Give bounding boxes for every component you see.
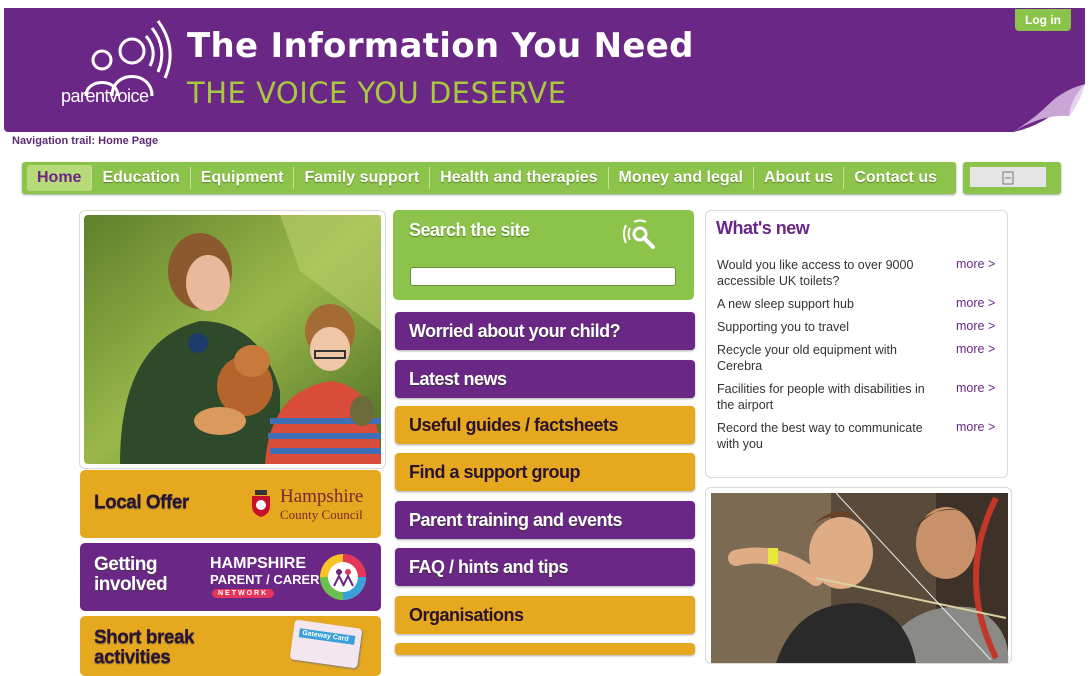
search-input[interactable] <box>410 267 676 286</box>
news-more-link[interactable]: more > <box>956 420 995 434</box>
main-nav: Home Education Equipment Family support … <box>22 162 956 194</box>
tagline-main: The Information You Need <box>187 26 694 66</box>
network-circle-icon <box>320 554 366 600</box>
gateway-card-image: Gateway Card <box>289 619 363 669</box>
news-more-link[interactable]: more > <box>956 319 995 333</box>
search-title: Search the site <box>409 220 530 240</box>
nav-item-education[interactable]: Education <box>92 167 191 189</box>
short-break-button[interactable]: Short break activities Gateway Card <box>80 616 381 676</box>
hampshire-crest-icon <box>252 490 270 517</box>
page-curl-icon <box>1013 84 1085 132</box>
nav-item-equipment[interactable]: Equipment <box>191 167 295 189</box>
whats-new-title: What's new <box>716 218 810 238</box>
archery-photo <box>705 487 1012 664</box>
logo-text: parentvoice <box>61 86 149 106</box>
whats-new-panel: What's new Would you like access to over… <box>705 210 1008 478</box>
menu-useful-guides[interactable]: Useful guides / factsheets <box>395 406 695 444</box>
network-logo-line3: NETWORK <box>212 589 275 598</box>
nav-item-contact-us[interactable]: Contact us <box>844 167 947 189</box>
site-header: parentvoice The Information You Need THE… <box>4 8 1085 132</box>
menu-faq-hints[interactable]: FAQ / hints and tips <box>395 548 695 586</box>
news-item-airport[interactable]: Facilities for people with disabilities … <box>717 381 942 413</box>
news-item-travel[interactable]: Supporting you to travel <box>717 319 942 335</box>
network-logo-line2: PARENT / CARER <box>210 572 320 587</box>
menu-next-item[interactable] <box>395 643 695 655</box>
news-more-link[interactable]: more > <box>956 381 995 395</box>
short-break-line2: activities <box>94 647 171 668</box>
menu-find-support-group[interactable]: Find a support group <box>395 453 695 491</box>
news-item-communicate[interactable]: Record the best way to communicate with … <box>717 420 942 452</box>
local-offer-button[interactable]: Local Offer Hampshire County Council <box>80 470 381 538</box>
nav-item-family-support[interactable]: Family support <box>294 167 431 189</box>
getting-involved-line2: involved <box>94 574 168 595</box>
login-button[interactable]: Log in <box>1015 9 1071 31</box>
nav-item-about-us[interactable]: About us <box>754 167 845 189</box>
news-item-toilets[interactable]: Would you like access to over 9000 acces… <box>717 257 942 289</box>
document-icon <box>1002 171 1014 185</box>
nav-item-money-legal[interactable]: Money and legal <box>609 167 754 189</box>
menu-parent-training[interactable]: Parent training and events <box>395 501 695 539</box>
getting-involved-line1: Getting <box>94 554 158 575</box>
menu-latest-news[interactable]: Latest news <box>395 360 695 398</box>
photo-woman-boy-puppet <box>84 215 381 464</box>
featured-photo <box>79 210 386 469</box>
news-more-link[interactable]: more > <box>956 342 995 356</box>
hampshire-logo-line1: Hampshire <box>280 486 364 507</box>
network-logo-line1: HAMPSHIRE <box>210 555 307 572</box>
breadcrumb: Navigation trail: Home Page <box>12 135 159 147</box>
gateway-card-text: Gateway Card <box>298 628 356 645</box>
short-break-line1: Short break <box>94 627 195 648</box>
short-break-label: Short break activities <box>94 627 195 668</box>
site-search-panel: Search the site <box>393 210 694 300</box>
photo-archery <box>711 492 1009 663</box>
local-offer-label: Local Offer <box>94 492 189 513</box>
nav-search-input[interactable] <box>970 167 1046 187</box>
news-more-link[interactable]: more > <box>956 296 995 310</box>
nav-search-container <box>963 162 1061 194</box>
menu-worried-about-child[interactable]: Worried about your child? <box>395 312 695 350</box>
tagline-sub: THE VOICE YOU DESERVE <box>187 76 567 110</box>
news-more-link[interactable]: more > <box>956 257 995 271</box>
menu-organisations[interactable]: Organisations <box>395 596 695 634</box>
nav-item-home[interactable]: Home <box>27 165 93 191</box>
hampshire-logo-line2: County Council <box>280 507 363 522</box>
getting-involved-label: Getting involved <box>94 554 168 595</box>
news-item-recycle[interactable]: Recycle your old equipment with Cerebra <box>717 342 942 374</box>
search-magnifier-icon[interactable] <box>622 218 658 252</box>
getting-involved-button[interactable]: Getting involved HAMPSHIRE PARENT / CARE… <box>80 543 381 611</box>
news-item-sleep-hub[interactable]: A new sleep support hub <box>717 296 942 312</box>
nav-item-health-therapies[interactable]: Health and therapies <box>430 167 609 189</box>
